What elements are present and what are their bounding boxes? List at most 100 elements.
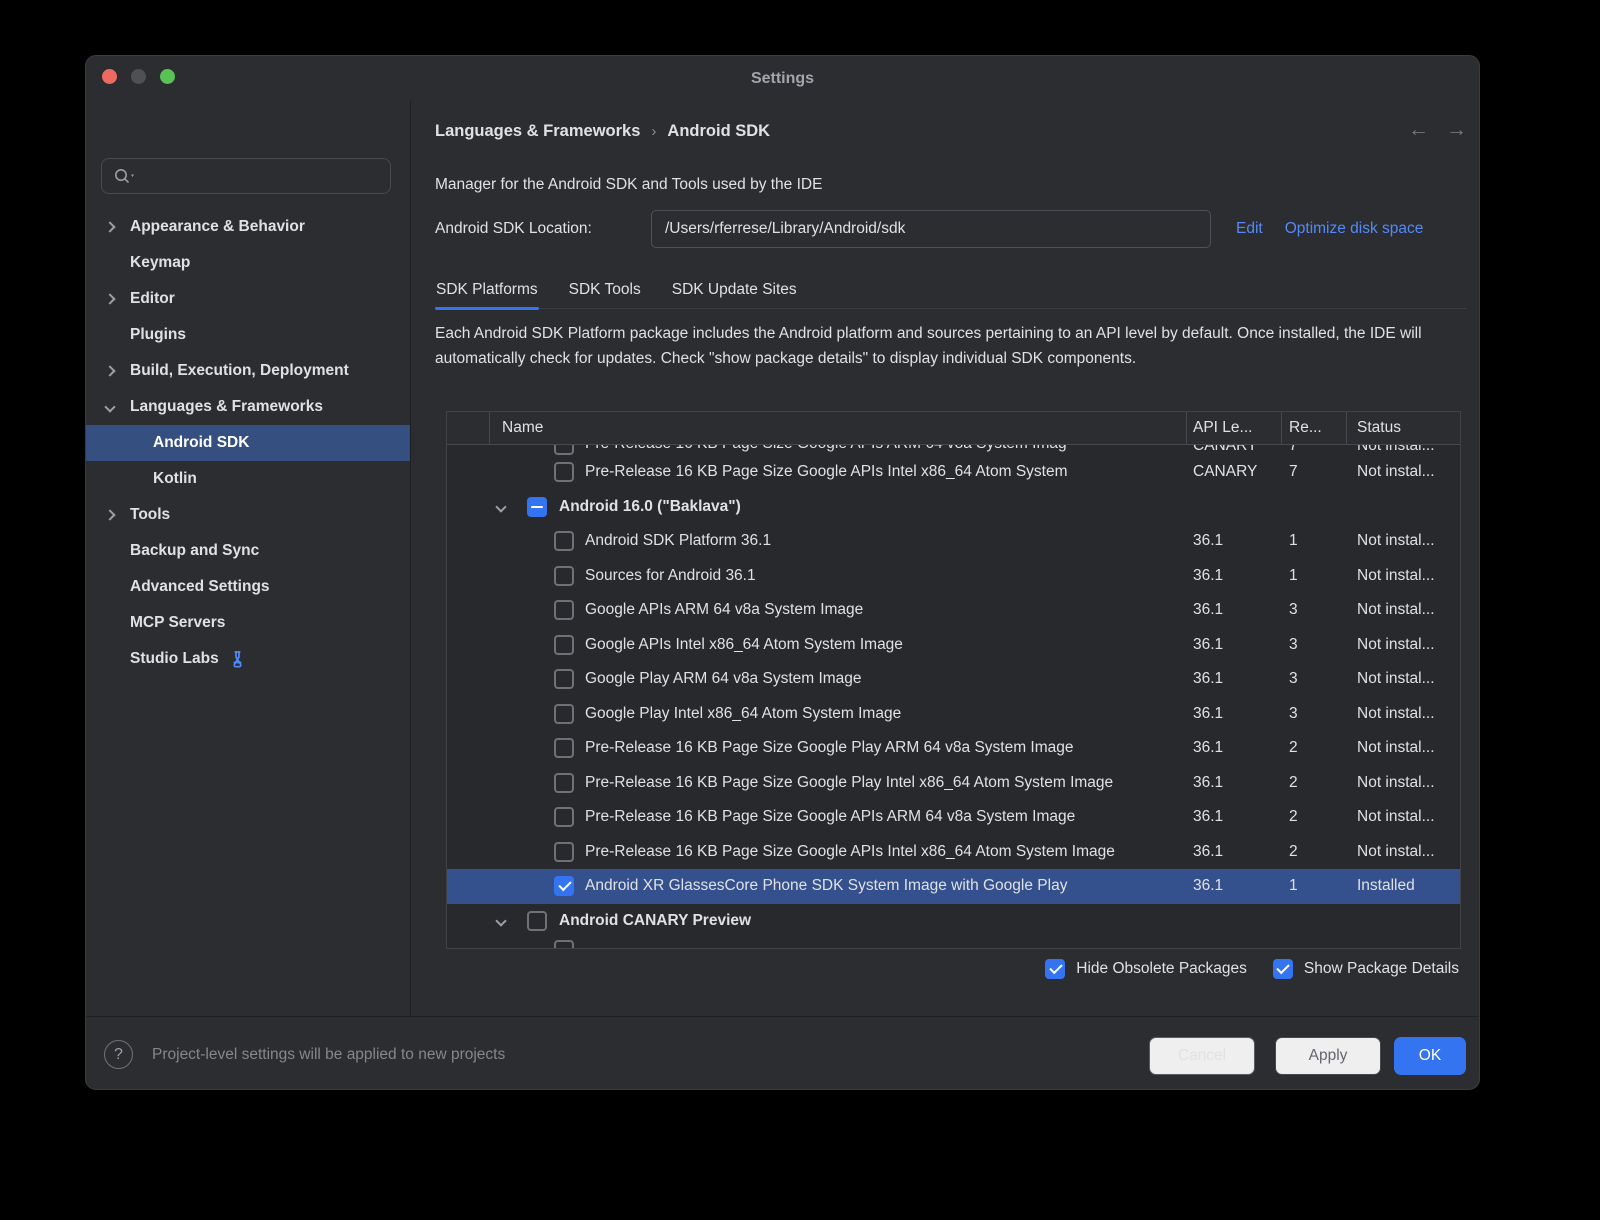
option-checkbox[interactable] [1045,959,1065,979]
sidebar-item-label: Tools [130,506,170,524]
settings-search-input[interactable] [144,168,390,185]
sidebar-item[interactable]: Appearance & Behavior [86,209,410,245]
row-checkbox[interactable] [554,669,574,689]
sidebar-item[interactable]: Editor [86,281,410,317]
chevron-down-icon[interactable] [495,501,506,512]
sidebar-item-label: Plugins [130,326,186,344]
row-checkbox[interactable] [554,842,574,862]
sidebar-item[interactable]: Advanced Settings [86,569,410,605]
sidebar-item[interactable]: Build, Execution, Deployment [86,353,410,389]
option-toggle[interactable]: Hide Obsolete Packages [1045,959,1247,979]
row-name: Android XR GlassesCore Phone SDK System … [585,877,1067,895]
table-row[interactable]: Android CANARY Preview [447,904,1460,939]
row-revision: 2 [1282,843,1347,861]
row-checkbox[interactable] [554,704,574,724]
cancel-button[interactable]: Cancel [1149,1037,1255,1075]
sidebar-item[interactable]: Keymap [86,245,410,281]
option-toggle[interactable]: Show Package Details [1273,959,1459,979]
forward-arrow-icon[interactable]: → [1446,118,1467,142]
chevron-down-icon[interactable] [495,915,506,926]
table-row[interactable]: Sources for Android 36.1 36.1 1 Not inst… [447,559,1460,594]
flask-icon [229,650,246,668]
tab[interactable]: SDK Update Sites [671,272,798,308]
row-checkbox[interactable] [554,531,574,551]
row-revision: 1 [1282,567,1347,585]
titlebar: Settings [86,56,1479,101]
row-name: Sources for Android 36.1 [585,567,756,585]
sidebar-item[interactable]: MCP Servers [86,605,410,641]
chevron-icon[interactable] [104,293,115,304]
row-name: Pre-Release 16 KB Page Size Google Play … [585,774,1113,792]
chevron-icon[interactable] [104,509,115,520]
tab[interactable]: SDK Tools [568,272,642,308]
sdk-tabs: SDK Platforms SDK Tools SDK Update Sites [435,272,1467,309]
row-checkbox[interactable] [554,738,574,758]
table-row[interactable]: Google Play ARM 64 v8a System Image 36.1… [447,662,1460,697]
row-api-level: 36.1 [1187,705,1282,723]
table-row[interactable]: Pre-Release 16 KB Page Size Google Play … [447,766,1460,801]
help-icon[interactable]: ? [104,1040,133,1069]
settings-search-field[interactable] [101,158,391,194]
edit-link[interactable]: Edit [1236,220,1263,238]
table-row[interactable]: Pre-Release 16 KB Page Size Google APIs … [447,800,1460,835]
row-checkbox[interactable] [554,566,574,586]
intro-text: Each Android SDK Platform package includ… [435,322,1447,371]
sidebar-item[interactable]: Android SDK [86,425,410,461]
sidebar-item[interactable]: Backup and Sync [86,533,410,569]
back-arrow-icon[interactable]: ← [1408,118,1429,142]
row-checkbox[interactable] [554,462,574,482]
tab[interactable]: SDK Platforms [435,272,539,308]
table-row[interactable]: Google APIs Intel x86_64 Atom System Ima… [447,628,1460,663]
row-checkbox[interactable] [554,445,574,455]
chevron-icon[interactable] [104,401,115,412]
table-row[interactable]: Google APIs ARM 64 v8a System Image 36.1… [447,593,1460,628]
row-name: Google Play ARM 64 v8a System Image [585,670,862,688]
row-api-level: 36.1 [1187,670,1282,688]
breadcrumb-languages-frameworks[interactable]: Languages & Frameworks [435,122,640,140]
column-header-name[interactable]: Name [490,412,1187,444]
row-api-level: 36.1 [1187,739,1282,757]
row-api-level: CANARY [1187,445,1282,455]
row-checkbox[interactable] [554,773,574,793]
row-checkbox[interactable] [554,876,574,896]
table-row[interactable]: Pre-Release 16 KB Page Size Google APIs … [447,455,1460,490]
sidebar-item[interactable]: Tools [86,497,410,533]
option-checkbox[interactable] [1273,959,1293,979]
row-checkbox[interactable] [527,911,547,931]
sdk-location-input[interactable] [651,210,1211,248]
row-checkbox[interactable] [554,600,574,620]
table-row[interactable]: Android SDK Platform 36.1 36.1 1 Not ins… [447,524,1460,559]
apply-button[interactable]: Apply [1275,1037,1381,1075]
row-checkbox[interactable] [527,497,547,517]
sidebar-item[interactable]: Kotlin [86,461,410,497]
column-header-api-level[interactable]: API Le... [1187,412,1282,444]
table-row[interactable]: Android 16.0 ("Baklava") [447,490,1460,525]
row-revision: 1 [1282,532,1347,550]
column-header-status[interactable]: Status [1347,412,1460,444]
option-label: Hide Obsolete Packages [1076,960,1247,978]
sidebar-item[interactable]: Plugins [86,317,410,353]
sidebar-item[interactable]: Languages & Frameworks [86,389,410,425]
row-checkbox[interactable] [554,940,574,948]
optimize-disk-space-link[interactable]: Optimize disk space [1285,220,1424,238]
chevron-icon[interactable] [104,365,115,376]
row-name: Android CANARY Preview [559,912,751,930]
sidebar-item-label: Advanced Settings [130,578,270,596]
row-name: Pre-Release 16 KB Page Size Google APIs … [585,463,1068,481]
table-row[interactable] [447,938,1460,948]
table-row[interactable]: Pre-Release 16 KB Page Size Google Play … [447,731,1460,766]
table-body: Pre-Release 16 KB Page Size Google APIs … [447,445,1460,948]
sidebar: Appearance & Behavior Keymap Editor Plug… [86,101,411,1016]
sidebar-item[interactable]: Studio Labs [86,641,410,677]
column-header-revision[interactable]: Re... [1282,412,1347,444]
table-row[interactable]: Pre-Release 16 KB Page Size Google APIs … [447,445,1460,455]
table-row[interactable]: Pre-Release 16 KB Page Size Google APIs … [447,835,1460,870]
row-checkbox[interactable] [554,807,574,827]
sidebar-item-label: MCP Servers [130,614,225,632]
chevron-icon[interactable] [104,221,115,232]
row-checkbox[interactable] [554,635,574,655]
row-name: Pre-Release 16 KB Page Size Google APIs … [585,843,1115,861]
table-row[interactable]: Google Play Intel x86_64 Atom System Ima… [447,697,1460,732]
table-row[interactable]: Android XR GlassesCore Phone SDK System … [447,869,1460,904]
ok-button[interactable]: OK [1394,1037,1466,1075]
